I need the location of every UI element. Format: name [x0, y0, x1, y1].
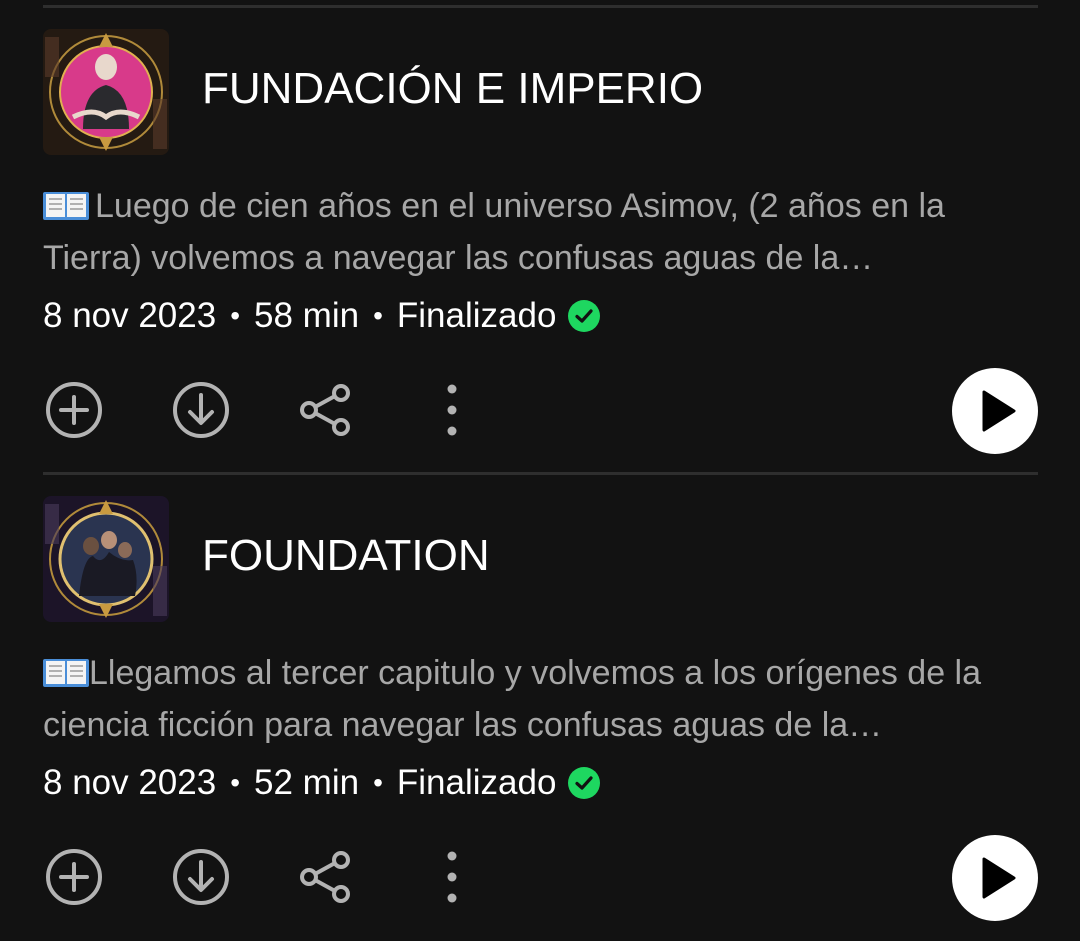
play-button[interactable] — [952, 835, 1038, 921]
share-button[interactable] — [296, 380, 356, 440]
download-button[interactable] — [171, 380, 231, 440]
episode-status: Finalizado — [396, 296, 557, 335]
play-icon — [982, 857, 1016, 899]
add-to-library-button[interactable] — [44, 847, 104, 907]
episode-title[interactable]: FUNDACIÓN E IMPERIO — [202, 64, 703, 114]
episode-duration: 58 min — [254, 296, 360, 335]
play-button[interactable] — [952, 368, 1038, 454]
episode-date: 8 nov 2023 — [43, 763, 217, 802]
episode-status: Finalizado — [396, 763, 557, 802]
download-button[interactable] — [171, 847, 231, 907]
episode-description-text: Luego de cien años en el universo Asimov… — [43, 187, 945, 277]
episode-actions — [0, 360, 1080, 460]
more-options-button[interactable] — [422, 847, 482, 907]
episode-title[interactable]: FOUNDATION — [202, 531, 490, 581]
more-options-button[interactable] — [422, 380, 482, 440]
episode-meta: 8 nov 2023 • 58 min • Finalizado — [43, 296, 601, 336]
add-circle-icon — [46, 849, 102, 905]
episode-meta: 8 nov 2023 • 52 min • Finalizado — [43, 763, 601, 803]
download-circle-icon — [173, 382, 229, 438]
more-vertical-icon — [447, 384, 457, 436]
meta-separator: • — [373, 300, 383, 331]
episode-actions — [0, 827, 1080, 927]
share-button[interactable] — [296, 847, 356, 907]
share-icon — [300, 851, 350, 903]
meta-separator: • — [373, 767, 383, 798]
add-to-library-button[interactable] — [44, 380, 104, 440]
add-circle-icon — [46, 382, 102, 438]
episode-thumbnail[interactable] — [43, 29, 169, 155]
episode-item[interactable]: FUNDACIÓN E IMPERIO Luego de cien años e… — [0, 0, 1080, 466]
meta-separator: • — [230, 300, 241, 331]
check-circle-icon — [568, 767, 601, 799]
download-circle-icon — [173, 849, 229, 905]
episode-duration: 52 min — [254, 763, 360, 802]
episode-thumbnail[interactable] — [43, 496, 169, 622]
play-icon — [982, 390, 1016, 432]
open-book-icon — [43, 659, 89, 687]
episode-description-text: Llegamos al tercer capitulo y volvemos a… — [43, 654, 982, 744]
meta-separator: • — [230, 767, 241, 798]
more-vertical-icon — [447, 851, 457, 903]
episode-cover-icon — [43, 29, 169, 155]
check-circle-icon — [568, 300, 601, 332]
episode-description: Luego de cien años en el universo Asimov… — [43, 180, 1038, 284]
episode-description: Llegamos al tercer capitulo y volvemos a… — [43, 647, 1038, 751]
episode-cover-icon — [43, 496, 169, 622]
open-book-icon — [43, 192, 89, 220]
episode-item[interactable]: FOUNDATION Llegamos al tercer capitulo y… — [0, 467, 1080, 933]
episode-date: 8 nov 2023 — [43, 296, 217, 335]
share-icon — [300, 384, 350, 436]
